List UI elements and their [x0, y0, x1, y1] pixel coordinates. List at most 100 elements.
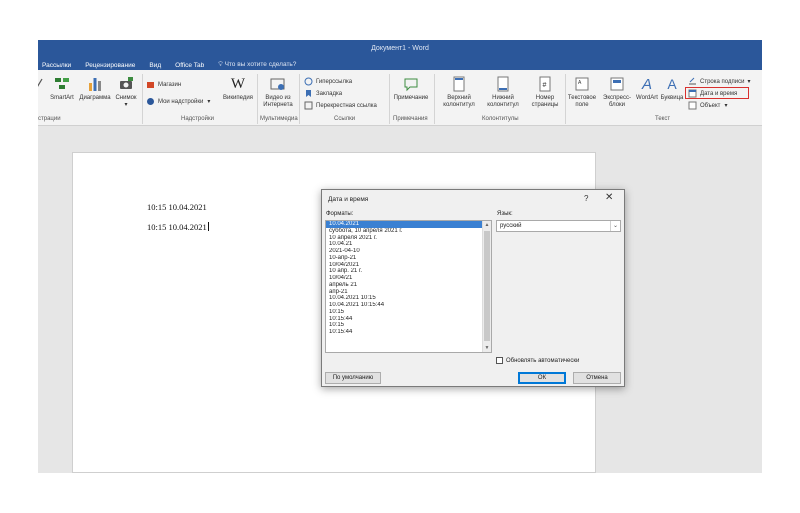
tab-mailings[interactable]: Рассылки: [42, 62, 71, 69]
store-button[interactable]: Магазин: [146, 80, 181, 89]
format-option[interactable]: 10/04/21: [326, 275, 482, 282]
my-addins-label: Мои надстройки: [158, 98, 204, 105]
chevron-down-icon: ▾: [124, 102, 128, 108]
comment-label: Примечание: [393, 95, 429, 101]
hyperlink-label: Гиперссылка: [316, 78, 353, 85]
group-divider: [142, 74, 143, 124]
scroll-up-icon[interactable]: ▲: [483, 221, 491, 229]
object-icon: [688, 101, 697, 110]
auto-update-label: Обновлять автоматически: [506, 357, 580, 364]
signature-line-button[interactable]: Строка подписи ▾: [688, 77, 750, 86]
tab-view[interactable]: Вид: [149, 62, 161, 69]
auto-update-checkbox[interactable]: Обновлять автоматически: [496, 357, 579, 364]
document-line-2[interactable]: 10:15 10.04.2021: [147, 222, 209, 232]
header-button[interactable]: Верхний колонтитул: [438, 76, 480, 109]
format-option[interactable]: 10-апр-21: [326, 255, 482, 262]
comment-button[interactable]: Примечание: [390, 76, 432, 102]
cross-reference-icon: [304, 101, 313, 110]
language-value: русский: [500, 223, 522, 229]
page-number-button[interactable]: # Номер страницы: [526, 76, 564, 109]
document-line-1[interactable]: 10:15 10.04.2021: [147, 202, 207, 212]
footer-label-2: колонтитул: [487, 102, 519, 108]
wordart-icon: A: [641, 75, 652, 93]
wordart-button[interactable]: A WordArt: [634, 76, 660, 102]
date-time-dialog: Дата и время ? ✕ Форматы: 10.04.2021 субб…: [321, 189, 625, 387]
chevron-down-icon: ▾: [724, 103, 728, 109]
format-option[interactable]: 10.04.2021 10:15: [326, 295, 482, 302]
help-icon[interactable]: ?: [584, 194, 588, 203]
tell-me-box[interactable]: 💡︎ Что вы хотите сделать?: [218, 61, 296, 69]
tell-me-text: Что вы хотите сделать?: [224, 61, 297, 68]
my-addins-button[interactable]: Мои надстройки ▾: [146, 97, 210, 106]
quick-parts-button[interactable]: Экспресс- блоки: [599, 76, 635, 109]
language-panel: [496, 232, 621, 353]
format-option[interactable]: 10:15: [326, 322, 482, 329]
window-title: Документ1 - Word: [371, 45, 429, 52]
format-option[interactable]: 2021-04-10: [326, 248, 482, 255]
screenshot-button[interactable]: Снимок ▾: [112, 76, 140, 109]
header-label-1: Верхний: [447, 95, 471, 101]
bookmark-icon: [304, 89, 313, 98]
group-label-text: Текст: [655, 116, 671, 122]
bookmark-button[interactable]: Закладка: [304, 89, 342, 98]
checkbox-box[interactable]: [496, 357, 503, 364]
formats-scrollbar[interactable]: ▲ ▼: [482, 221, 491, 352]
format-option[interactable]: 10:15: [326, 309, 482, 316]
online-video-button[interactable]: Видео из Интернета: [260, 76, 296, 109]
group-label-header-footer: Колонтитулы: [482, 116, 519, 122]
wikipedia-button[interactable]: W Википедия: [220, 76, 256, 102]
format-option[interactable]: 10.04.21: [326, 241, 482, 248]
scroll-thumb[interactable]: [484, 231, 490, 341]
language-select[interactable]: русский ⌄: [496, 220, 621, 232]
smartart-icon: [54, 76, 70, 92]
format-option[interactable]: апрель 21: [326, 282, 482, 289]
group-label-illustrations: страции: [38, 116, 61, 122]
format-option[interactable]: 10:15:44: [326, 329, 482, 336]
hyperlink-button[interactable]: Гиперссылка: [304, 77, 352, 86]
bar-chart-icon: [87, 76, 103, 92]
chart-button[interactable]: Диаграмма: [78, 76, 112, 102]
format-option[interactable]: суббота, 10 апреля 2021 г.: [326, 228, 482, 235]
format-option[interactable]: 10.04.2021: [326, 221, 482, 228]
dropcap-button[interactable]: A Буквица: [659, 76, 685, 102]
signature-line-label: Строка подписи: [700, 78, 745, 85]
ribbon-tabs: Рассылки Рецензирование Вид Office Tab 💡…: [42, 60, 310, 70]
object-button[interactable]: Объект ▾: [688, 101, 727, 110]
group-divider: [434, 74, 435, 124]
tab-review[interactable]: Рецензирование: [85, 62, 135, 69]
text-cursor: [207, 222, 209, 231]
scroll-down-icon[interactable]: ▼: [483, 344, 491, 352]
date-time-highlight: [685, 87, 749, 99]
format-option[interactable]: 10 апр. 21 г.: [326, 268, 482, 275]
cross-reference-label: Перекрестная ссылка: [316, 102, 377, 109]
textbox-button[interactable]: A Текстовое поле: [564, 76, 600, 109]
format-option[interactable]: 10.04.2021 10:15:44: [326, 302, 482, 309]
tab-office-tab[interactable]: Office Tab: [175, 62, 204, 69]
online-video-label-2: Интернета: [263, 102, 293, 108]
close-icon[interactable]: ✕: [605, 192, 613, 203]
footer-button[interactable]: Нижний колонтитул: [482, 76, 524, 109]
format-option[interactable]: 10:15:44: [326, 316, 482, 323]
document-line-2-text: 10:15 10.04.2021: [147, 222, 207, 232]
group-label-media: Мультимедиа: [260, 116, 298, 122]
ok-button[interactable]: ОК: [518, 372, 566, 384]
formats-label: Форматы:: [326, 211, 354, 217]
quick-parts-label-1: Экспресс-: [603, 95, 631, 101]
smartart-button[interactable]: SmartArt: [46, 76, 78, 102]
set-default-button[interactable]: По умолчанию: [325, 372, 381, 384]
cancel-button[interactable]: Отмена: [573, 372, 621, 384]
format-option[interactable]: 10 апреля 2021 г.: [326, 235, 482, 242]
store-icon: [146, 80, 155, 89]
dropcap-icon: A: [667, 75, 677, 92]
page-number-label-1: Номер: [535, 95, 555, 101]
formats-list[interactable]: 10.04.2021 суббота, 10 апреля 2021 г. 10 а…: [325, 220, 492, 353]
footer-icon: [495, 76, 511, 92]
format-option[interactable]: апр-21: [326, 289, 482, 296]
format-option[interactable]: 10/04/2021: [326, 262, 482, 269]
screenshot-label: Снимок: [115, 95, 137, 101]
header-icon: [451, 76, 467, 92]
camera-icon: [118, 76, 134, 92]
comment-icon: [403, 76, 419, 92]
cross-reference-button[interactable]: Перекрестная ссылка: [304, 101, 377, 110]
ribbon: SmartArt Диаграмма Снимок ▾ страции Мага…: [38, 70, 762, 126]
